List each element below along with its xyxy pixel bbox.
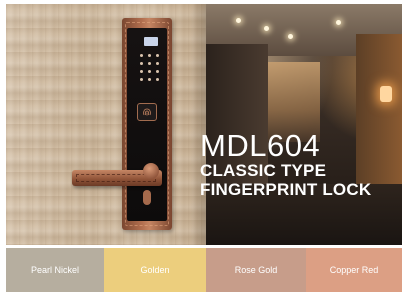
ceiling-light-icon: [288, 34, 293, 39]
handle-rose: [143, 163, 159, 179]
keypad-key: [148, 54, 151, 57]
keypad-key: [148, 70, 151, 73]
keypad-key: [156, 70, 159, 73]
finish-label: Pearl Nickel: [30, 265, 79, 275]
finish-swatch-golden: Golden: [104, 248, 206, 292]
ceiling-light-icon: [336, 20, 341, 25]
keypad-key: [140, 54, 143, 57]
finish-label: Golden: [140, 265, 170, 275]
fingerprint-icon: [143, 108, 151, 116]
wood-door-background: [6, 4, 206, 245]
keypad-key: [140, 62, 143, 65]
finish-swatch-pearl-nickel: Pearl Nickel: [6, 248, 104, 292]
keypad-key: [156, 78, 159, 81]
ceiling-light-icon: [264, 26, 269, 31]
keyhole-icon: [143, 190, 151, 205]
wall-lamp-icon: [380, 86, 392, 102]
ceiling-light-icon: [236, 18, 241, 23]
finish-label: Rose Gold: [234, 265, 278, 275]
headline-line-2: FINGERPRINT LOCK: [200, 180, 372, 199]
keypad-key: [148, 62, 151, 65]
lock-keypad: [138, 52, 162, 82]
keypad-key: [140, 78, 143, 81]
corridor-background: [206, 4, 402, 245]
product-banner: MDL604 CLASSIC TYPE FINGERPRINT LOCK Pea…: [0, 0, 406, 296]
lock-display-screen: [144, 37, 158, 46]
keypad-key: [140, 70, 143, 73]
keypad-key: [156, 62, 159, 65]
door-edge-shadow: [190, 4, 206, 245]
finish-swatch-rose-gold: Rose Gold: [206, 248, 306, 292]
headline-line-1: CLASSIC TYPE: [200, 161, 327, 180]
model-title: MDL604: [200, 128, 321, 163]
finish-swatch-copper-red: Copper Red: [306, 248, 402, 292]
keypad-key: [148, 78, 151, 81]
keypad-key: [156, 54, 159, 57]
finish-label: Copper Red: [329, 265, 379, 275]
